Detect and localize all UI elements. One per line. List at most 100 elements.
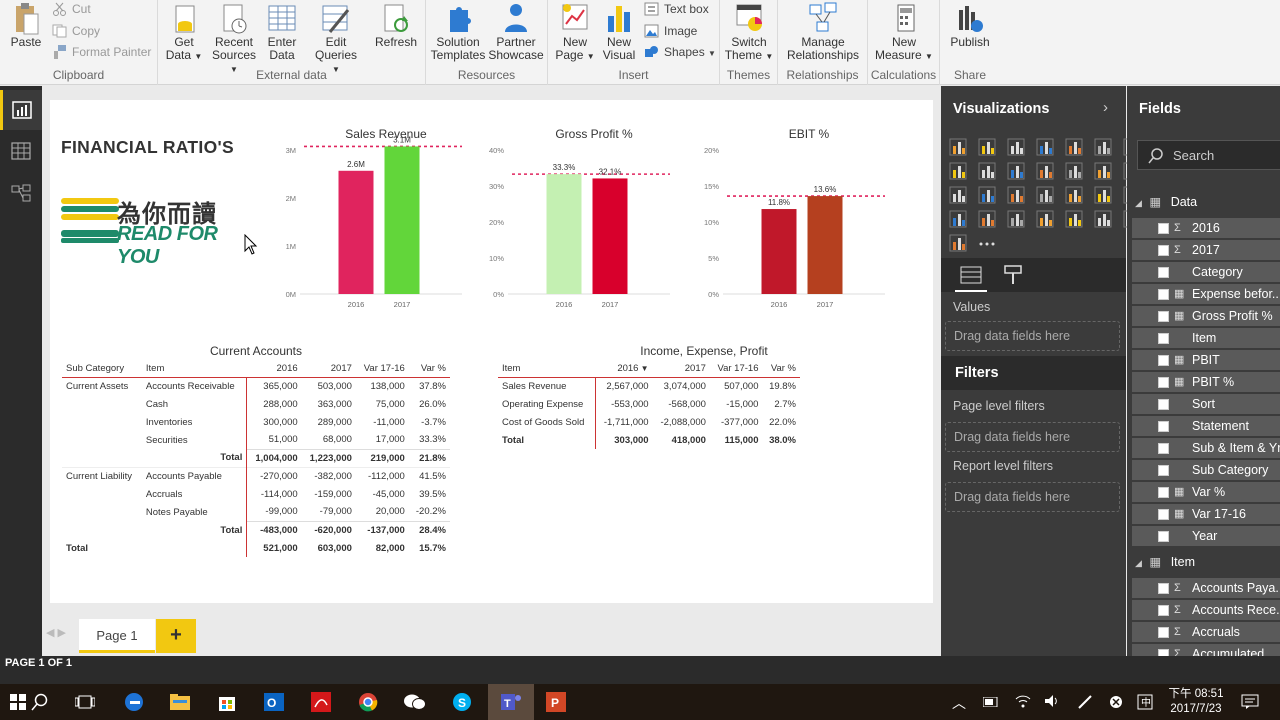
chevron-right-icon[interactable]: › <box>1103 99 1108 116</box>
relationship-view-button[interactable] <box>0 176 42 212</box>
gross-profit-chart[interactable]: Gross Profit % 0% 10% 20% 30% 40% 33.3% 2016 32.… <box>478 122 678 312</box>
store-icon[interactable] <box>209 684 245 720</box>
field-checkbox[interactable] <box>1158 443 1169 454</box>
visual-type-icon[interactable] <box>1094 210 1112 228</box>
visual-type-icon[interactable] <box>949 210 967 228</box>
field-checkbox[interactable] <box>1158 583 1169 594</box>
field-checkbox[interactable] <box>1158 399 1169 410</box>
visual-type-icon[interactable] <box>1036 138 1054 156</box>
field-checkbox[interactable] <box>1158 245 1169 256</box>
table-data[interactable]: ◢ ▦ Data <box>1135 192 1280 212</box>
visual-type-icon[interactable] <box>1036 210 1054 228</box>
page-filters-drop-zone[interactable]: Drag data fields here <box>945 422 1120 452</box>
visual-type-icon[interactable] <box>1007 210 1025 228</box>
field-item[interactable]: Category <box>1132 262 1280 282</box>
table-item[interactable]: ◢ ▦ Item <box>1135 552 1280 572</box>
fields-search-input[interactable]: Search <box>1137 140 1280 170</box>
visual-type-icon[interactable] <box>949 162 967 180</box>
visual-type-icon[interactable] <box>978 186 996 204</box>
more-visuals-icon[interactable] <box>978 234 996 252</box>
field-item[interactable]: Sub Category <box>1132 460 1280 480</box>
wifi-icon[interactable] <box>1015 694 1031 708</box>
chrome-icon[interactable] <box>350 684 386 720</box>
teams-icon[interactable]: T <box>488 684 534 720</box>
page-nav-arrows-icon[interactable]: ◀ ▶ <box>46 626 66 639</box>
field-item[interactable]: Statement <box>1132 416 1280 436</box>
format-tab[interactable] <box>1003 264 1027 288</box>
data-view-button[interactable] <box>0 134 42 170</box>
report-page[interactable]: FINANCIAL RATIO'S 為你而讀 READ FOR YOU Sale… <box>50 100 933 603</box>
image-button[interactable]: Image <box>644 22 697 40</box>
visual-type-icon[interactable] <box>1094 138 1112 156</box>
file-explorer-icon[interactable] <box>162 684 198 720</box>
column-header[interactable]: Var 17-16 <box>709 361 763 378</box>
field-item[interactable]: ▦ Gross Profit % <box>1132 306 1280 326</box>
field-checkbox[interactable] <box>1158 421 1169 432</box>
field-item[interactable]: Sort <box>1132 394 1280 414</box>
visual-type-icon[interactable] <box>1065 186 1083 204</box>
field-item[interactable]: ▦ Var % <box>1132 482 1280 502</box>
powerpoint-icon[interactable]: P <box>538 684 574 720</box>
current-accounts-visual[interactable]: Current Accounts Sub Category Item 2016 201… <box>62 344 450 557</box>
wechat-icon[interactable] <box>397 684 433 720</box>
input-method-icon[interactable]: 中 <box>1137 694 1153 710</box>
column-header[interactable]: Sub Category <box>62 361 142 378</box>
column-header[interactable]: 2017 <box>301 361 356 378</box>
field-checkbox[interactable] <box>1158 355 1169 366</box>
visual-type-icon[interactable] <box>949 186 967 204</box>
field-item[interactable]: Sub & Item & Yr <box>1132 438 1280 458</box>
visual-type-icon[interactable] <box>1007 138 1025 156</box>
bar-2017[interactable] <box>807 196 843 294</box>
field-checkbox[interactable] <box>1158 649 1169 656</box>
outlook-icon[interactable]: O <box>256 684 292 720</box>
refresh-button[interactable]: Refresh <box>372 2 420 49</box>
field-checkbox[interactable] <box>1158 627 1169 638</box>
income-visual[interactable]: Income, Expense, Profit Item 2016 ▼ 2017 Va… <box>498 344 800 449</box>
column-header[interactable]: Var 17-16 <box>355 361 409 378</box>
manage-relationships-button[interactable]: Manage Relationships <box>782 2 864 62</box>
new-page-button[interactable]: New Page ▼ <box>554 2 596 63</box>
field-checkbox[interactable] <box>1158 509 1169 520</box>
visual-type-icon[interactable] <box>1007 186 1025 204</box>
field-item[interactable]: ▦ Var 17-16 <box>1132 504 1280 524</box>
skype-icon[interactable]: S <box>444 684 480 720</box>
field-item[interactable]: ▦ PBIT <box>1132 350 1280 370</box>
visual-type-icon[interactable] <box>1094 162 1112 180</box>
page-tab-1[interactable]: Page 1 <box>79 619 155 653</box>
report-view-button[interactable] <box>0 90 42 130</box>
volume-icon[interactable] <box>1044 694 1060 708</box>
format-painter-button[interactable]: Format Painter <box>52 43 151 61</box>
bar-2016[interactable] <box>338 170 374 294</box>
field-item[interactable]: Σ Accumulated <box>1132 644 1280 656</box>
field-checkbox[interactable] <box>1158 289 1169 300</box>
copy-button[interactable]: Copy <box>52 22 100 40</box>
field-item[interactable]: Year <box>1132 526 1280 546</box>
column-header[interactable]: Item <box>141 361 247 378</box>
bar-2017[interactable] <box>384 146 420 294</box>
bar-2016[interactable] <box>546 174 582 294</box>
column-header[interactable]: Var % <box>762 361 800 378</box>
fields-well-tab[interactable] <box>955 264 987 292</box>
field-checkbox[interactable] <box>1158 333 1169 344</box>
field-item[interactable]: ▦ PBIT % <box>1132 372 1280 392</box>
bar-2016[interactable] <box>761 209 797 294</box>
field-checkbox[interactable] <box>1158 531 1169 542</box>
switch-theme-button[interactable]: Switch Theme ▼ <box>724 2 774 63</box>
visual-type-icon[interactable] <box>1094 186 1112 204</box>
column-header[interactable]: 2016 ▼ <box>595 361 653 378</box>
publish-button[interactable]: Publish <box>944 2 996 49</box>
paste-button[interactable]: Paste <box>6 2 46 49</box>
pen-icon[interactable] <box>1077 694 1093 710</box>
field-checkbox[interactable] <box>1158 487 1169 498</box>
visual-type-icon[interactable] <box>1036 186 1054 204</box>
field-item[interactable]: Item <box>1132 328 1280 348</box>
close-circle-icon[interactable] <box>1109 695 1123 709</box>
search-taskbar-icon[interactable] <box>22 684 58 720</box>
visual-type-icon[interactable] <box>978 138 996 156</box>
field-item[interactable]: Σ 2016 <box>1132 218 1280 238</box>
field-item[interactable]: Σ 2017 <box>1132 240 1280 260</box>
field-checkbox[interactable] <box>1158 223 1169 234</box>
field-item[interactable]: Σ Accounts Paya... <box>1132 578 1280 598</box>
solution-templates-button[interactable]: Solution Templates <box>430 2 486 62</box>
get-data-button[interactable]: Get Data ▼ <box>164 2 204 63</box>
